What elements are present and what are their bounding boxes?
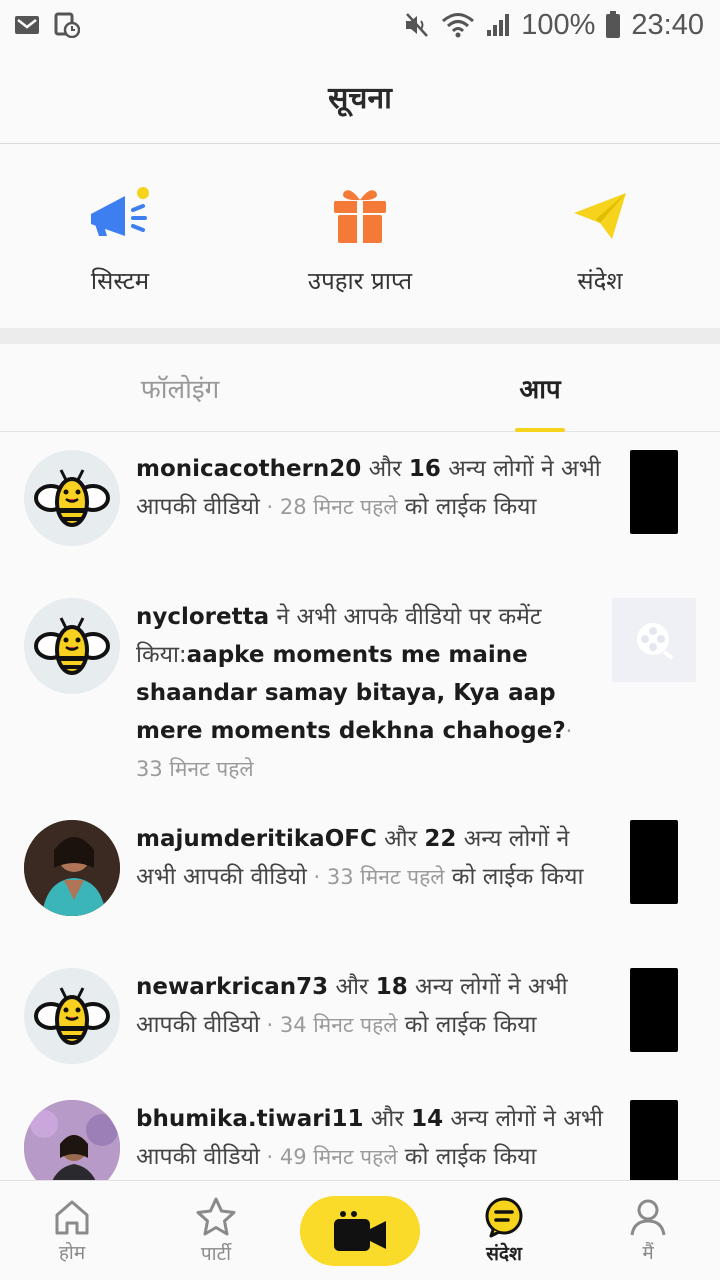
notification-text: nycloretta ने अभी आपके वीडियो पर कमेंट क… [136, 598, 586, 802]
avatar[interactable] [24, 820, 120, 916]
tab-following[interactable]: फॉलोइंग [0, 344, 360, 431]
like-count: 18 [375, 974, 408, 1000]
video-thumbnail[interactable] [630, 968, 678, 1052]
timestamp: · 28 मिनट पहले [259, 495, 398, 519]
clock-notification-icon [54, 12, 80, 38]
notification-text: newarkrican73 और 18 अन्य लोगों ने अभी आप… [136, 968, 606, 1082]
nav-home[interactable]: होम [12, 1197, 132, 1265]
bee-avatar-icon [34, 617, 110, 675]
notification-list: monicacothern20 और 16 अन्य लोगों ने अभी … [0, 432, 720, 1180]
signal-icon [485, 12, 511, 38]
category-label: सिस्टम [90, 267, 150, 295]
page-header: सूचना [0, 50, 720, 144]
user-photo [24, 1100, 120, 1180]
notification-suffix: को लाईक किया [397, 1012, 537, 1038]
username[interactable]: nycloretta [136, 604, 269, 630]
video-thumbnail[interactable] [630, 820, 678, 904]
username[interactable]: monicacothern20 [136, 456, 361, 482]
nav-messages[interactable]: संदेश [444, 1196, 564, 1266]
gift-icon [320, 180, 400, 250]
gmail-icon [14, 14, 40, 36]
timestamp: · 49 मिनट पहले [259, 1145, 398, 1169]
timestamp: · 34 मिनट पहले [259, 1013, 398, 1037]
notification-categories: सिस्टम उपहार प्राप्त संदेश [0, 144, 720, 328]
tab-you[interactable]: आप [360, 344, 720, 432]
timestamp: · 33 मिनट पहले [306, 865, 445, 889]
category-gifts[interactable]: उपहार प्राप्त [260, 180, 460, 297]
bee-avatar-icon [34, 469, 110, 527]
username[interactable]: newarkrican73 [136, 974, 328, 1000]
like-count: 22 [424, 826, 457, 852]
megaphone-icon [80, 180, 160, 250]
avatar[interactable] [24, 968, 120, 1064]
tab-bar: फॉलोइंग आप [0, 344, 720, 432]
home-icon [55, 1200, 89, 1234]
avatar[interactable] [24, 450, 120, 546]
notification-text: monicacothern20 और 16 अन्य लोगों ने अभी … [136, 450, 606, 580]
nav-label: संदेश [486, 1242, 522, 1265]
notification-suffix: को लाईक किया [397, 494, 537, 520]
category-system[interactable]: सिस्टम [20, 180, 220, 297]
user-photo [24, 820, 120, 916]
notification-connector: और [376, 826, 425, 852]
video-thumbnail-placeholder[interactable] [612, 598, 696, 682]
profile-icon [630, 1199, 666, 1235]
avatar[interactable] [24, 598, 120, 694]
list-item[interactable]: monicacothern20 और 16 अन्य लोगों ने अभी … [0, 432, 720, 580]
avatar[interactable] [24, 1100, 120, 1180]
section-divider [0, 328, 720, 344]
like-count: 14 [411, 1106, 444, 1132]
bottom-navigation: होम पार्टी संदेश मैं [0, 1180, 720, 1280]
notification-connector: और [361, 456, 409, 482]
list-item[interactable]: bhumika.tiwari11 और 14 अन्य लोगों ने अभी… [0, 1082, 720, 1180]
nav-profile[interactable]: मैं [588, 1197, 708, 1265]
mute-icon [403, 12, 431, 38]
notification-connector: और [328, 974, 376, 1000]
paper-plane-icon [560, 180, 640, 250]
film-reel-icon [637, 623, 674, 660]
page-title: सूचना [328, 81, 392, 116]
nav-label: होम [58, 1241, 86, 1264]
star-icon [196, 1197, 236, 1235]
notification-text: bhumika.tiwari11 और 14 अन्य लोगों ने अभी… [136, 1100, 606, 1180]
clock-time: 23:40 [631, 8, 704, 41]
notification-suffix: को लाईक किया [397, 1144, 537, 1170]
bee-avatar-icon [34, 987, 110, 1045]
category-label: संदेश [577, 267, 623, 295]
list-item[interactable]: majumderitikaOFC और 22 अन्य लोगों ने अभी… [0, 802, 720, 950]
category-label: उपहार प्राप्त [307, 267, 413, 295]
like-count: 16 [408, 456, 441, 482]
nav-party[interactable]: पार्टी [156, 1196, 276, 1266]
nav-label: मैं [642, 1241, 654, 1264]
video-thumbnail[interactable] [630, 450, 678, 534]
list-item[interactable]: nycloretta ने अभी आपके वीडियो पर कमेंट क… [0, 580, 720, 802]
notification-text: majumderitikaOFC और 22 अन्य लोगों ने अभी… [136, 820, 606, 950]
record-video-button[interactable] [300, 1195, 420, 1266]
notification-suffix: को लाईक किया [444, 864, 584, 890]
notification-connector: और [363, 1106, 412, 1132]
nav-label: पार्टी [200, 1242, 232, 1265]
username[interactable]: majumderitikaOFC [136, 826, 377, 852]
video-thumbnail[interactable] [630, 1100, 678, 1180]
wifi-icon [441, 12, 475, 38]
username[interactable]: bhumika.tiwari11 [136, 1106, 364, 1132]
message-icon [485, 1197, 523, 1237]
comment-text: aapke moments me maine shaandar samay bi… [136, 642, 566, 744]
list-item[interactable]: newarkrican73 और 18 अन्य लोगों ने अभी आप… [0, 950, 720, 1082]
category-messages[interactable]: संदेश [500, 180, 700, 297]
battery-icon [605, 11, 621, 39]
battery-percent: 100% [521, 8, 596, 41]
video-camera-icon [334, 1210, 386, 1251]
status-bar: 100% 23:40 [0, 0, 720, 50]
